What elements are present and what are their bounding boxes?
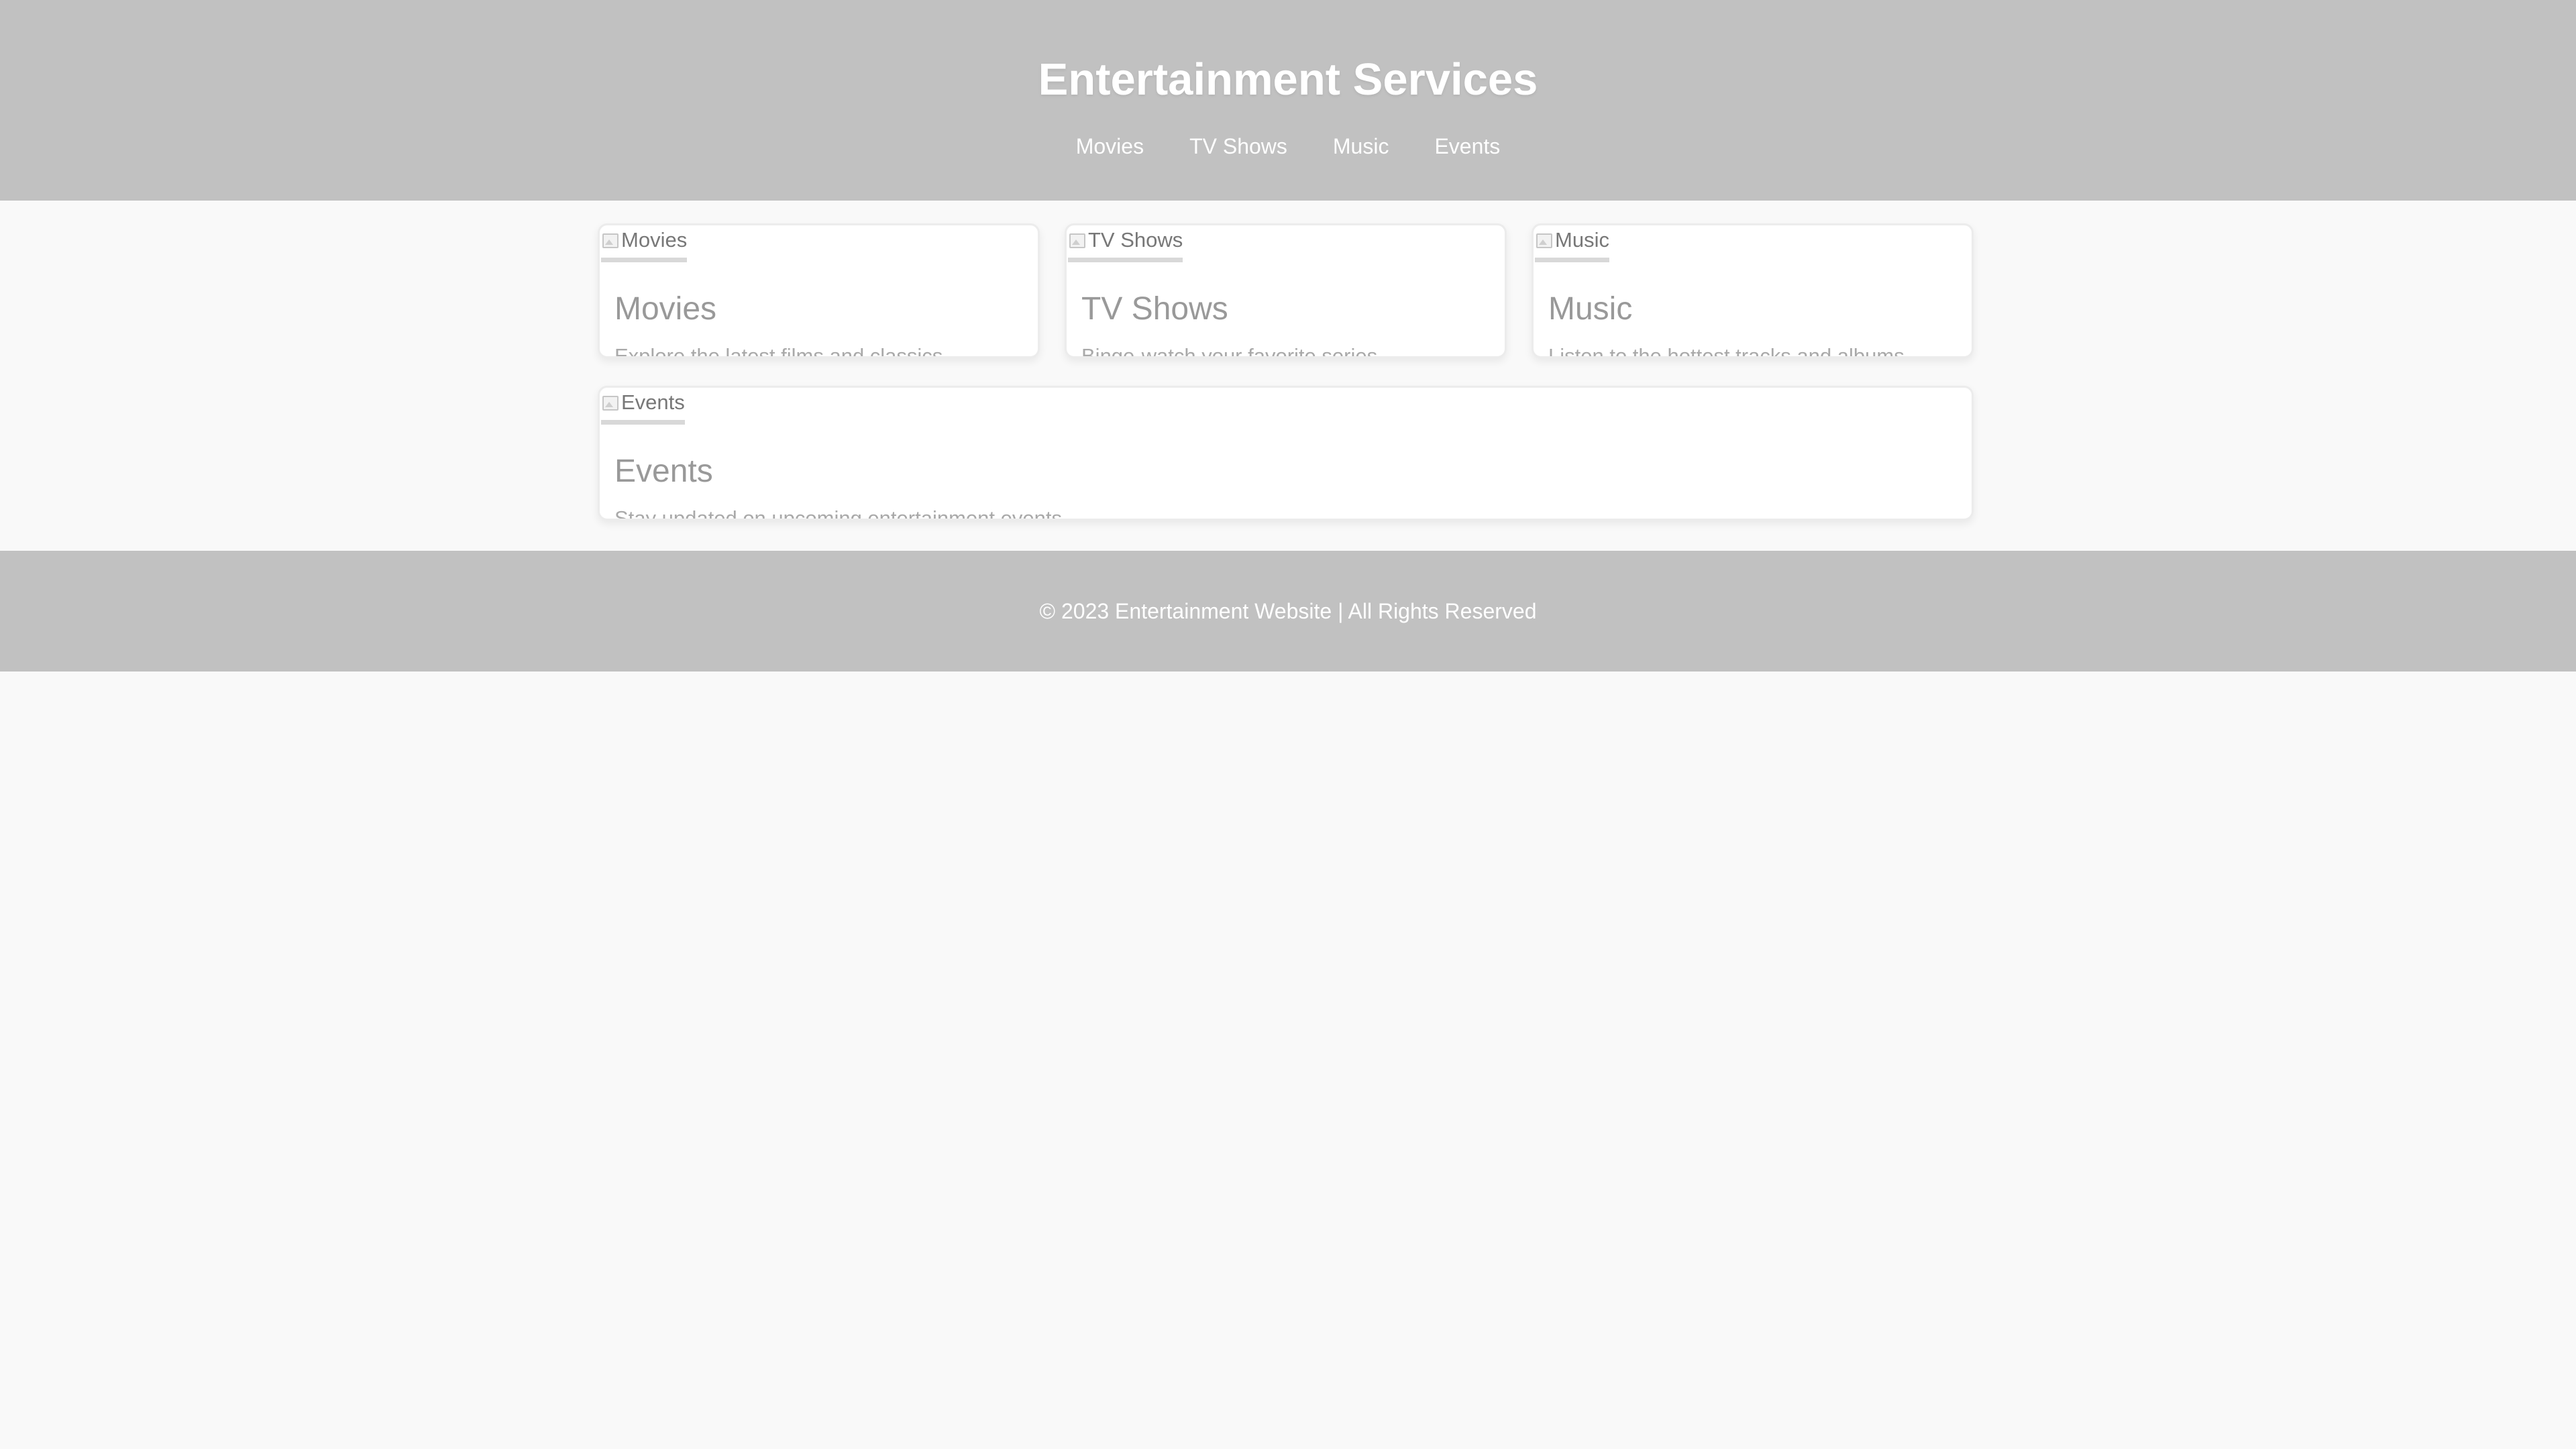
nav-link-tv-shows[interactable]: TV Shows [1189, 129, 1287, 163]
card-description: Listen to the hottest tracks and albums. [1548, 344, 1911, 358]
nav-link-movies[interactable]: Movies [1076, 129, 1144, 163]
broken-image-icon [601, 231, 620, 250]
card-title: TV Shows [1081, 291, 1228, 327]
card-image-alt: TV Shows [1088, 228, 1183, 252]
footer-copyright: © 2023 Entertainment Website | All Right… [1039, 599, 1537, 623]
card-image: Movies [601, 227, 688, 262]
card-image: TV Shows [1068, 227, 1183, 262]
card-image-alt: Events [621, 390, 685, 414]
broken-image-icon [1068, 231, 1087, 250]
card-description: Explore the latest films and classics. [614, 344, 949, 358]
main-nav: Movies TV Shows Music Events [0, 129, 2576, 163]
site-footer: © 2023 Entertainment Website | All Right… [0, 551, 2576, 672]
card-title: Music [1548, 291, 1633, 327]
nav-link-music[interactable]: Music [1333, 129, 1389, 163]
service-card-music[interactable]: Music Music Listen to the hottest tracks… [1532, 223, 1974, 358]
site-title: Entertainment Services [1038, 54, 1538, 105]
site-header: Entertainment Services Movies TV Shows M… [0, 0, 2576, 201]
service-card-movies[interactable]: Movies Movies Explore the latest films a… [598, 223, 1040, 358]
nav-link-events[interactable]: Events [1434, 129, 1500, 163]
card-title: Events [614, 453, 713, 489]
service-card-tv-shows[interactable]: TV Shows TV Shows Binge-watch your favor… [1065, 223, 1507, 358]
services-section: Movies Movies Explore the latest films a… [0, 201, 2576, 551]
broken-image-icon [601, 393, 620, 412]
card-description: Binge-watch your favorite series. [1081, 344, 1383, 358]
card-image-alt: Music [1555, 228, 1609, 252]
card-title: Movies [614, 291, 717, 327]
card-image: Music [1535, 227, 1609, 262]
card-description: Stay updated on upcoming entertainment e… [614, 506, 1068, 521]
service-card-events[interactable]: Events Events Stay updated on upcoming e… [598, 386, 1974, 521]
card-image-alt: Movies [621, 228, 688, 252]
card-image: Events [601, 389, 685, 425]
broken-image-icon [1535, 231, 1554, 250]
